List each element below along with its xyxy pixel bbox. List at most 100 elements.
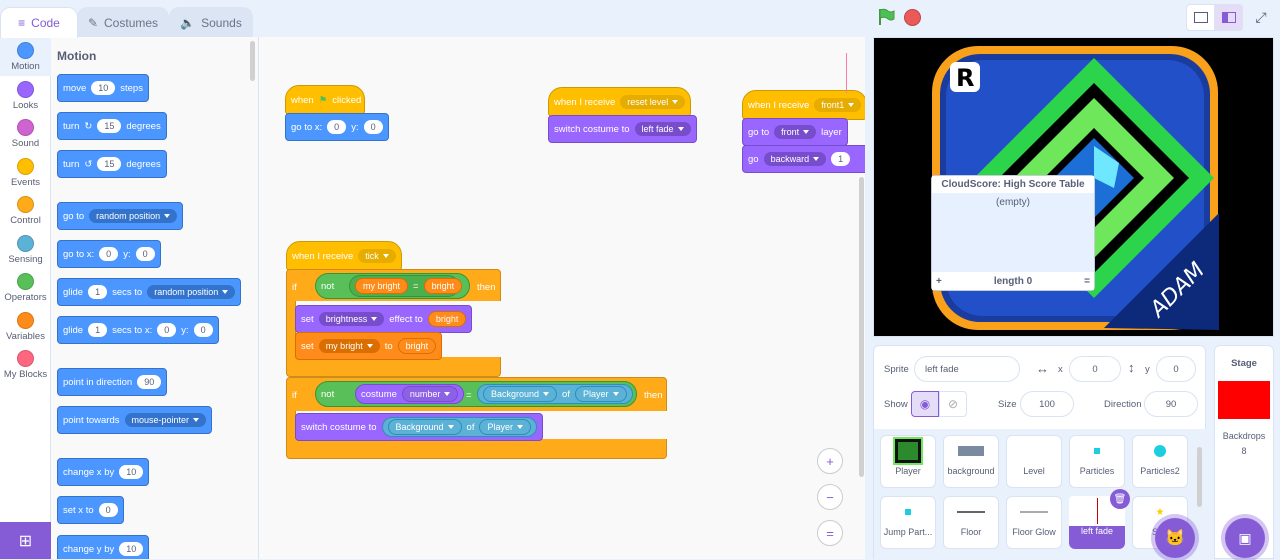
sprite-tile-floor[interactable]: Floor [943,496,999,549]
goto-block[interactable]: go to random position [57,202,184,230]
message-dropdown[interactable]: tick [358,249,396,263]
palette-scrollbar[interactable] [250,41,255,81]
extension-button[interactable]: ⊞ [0,522,51,559]
sprite-list-scrollbar[interactable] [1197,447,1202,507]
fullscreen-button[interactable]: ⤢ [1250,4,1272,31]
code-area[interactable]: when ⚑ clicked go to x: 0 y: 0 when I receive… [259,37,865,559]
switch-costume-block-2[interactable]: switch costume to Background of Player [295,413,543,441]
set-effect-block[interactable]: set brightness effect to bright [295,305,473,333]
message-dropdown[interactable]: front1 [814,98,862,112]
zoom-out-button[interactable]: − [817,484,843,510]
category-control[interactable]: Control [0,192,51,230]
list-length: length 0 [993,275,1033,287]
events-dot-icon [17,158,34,175]
category-operators[interactable]: Operators [0,269,51,307]
direction-dropdown[interactable]: backward [763,152,827,166]
category-looks[interactable]: Looks [0,77,51,115]
go-layers-block[interactable]: go backward 1 [742,145,865,173]
move-steps-block[interactable]: move 10 steps [57,74,149,102]
sprite-tile-player[interactable]: Player [880,435,936,488]
sprite-tile-particles[interactable]: Particles [1069,435,1125,488]
zoom-in-button[interactable]: + [817,448,843,474]
zoom-reset-button[interactable]: = [817,520,843,546]
show-visible-button[interactable]: ◉ [911,391,939,417]
small-stage-button[interactable] [1186,4,1215,31]
choose-sprite-button[interactable]: 🐱 [1155,518,1195,558]
green-flag-button[interactable] [877,8,895,26]
object-dropdown[interactable]: Player [574,386,627,402]
if-header[interactable]: if [287,273,302,301]
category-sound[interactable]: Sound [0,115,51,153]
delete-sprite-button[interactable]: 🗑 [1110,489,1130,509]
costume-dropdown[interactable]: left fade [634,122,691,136]
goto-layer-block[interactable]: go to front layer [742,118,848,146]
set-variable-block[interactable]: set my bright to bright [295,332,443,360]
set-x-block[interactable]: set x to 0 [57,496,124,524]
size-input[interactable]: 100 [1020,391,1074,417]
costume-number-reporter[interactable]: costume number [355,384,465,404]
point-towards-block[interactable]: point towards mouse-pointer [57,406,213,434]
category-my-blocks[interactable]: My Blocks [0,346,51,384]
property-dropdown[interactable]: Background [483,386,558,402]
costume-property-dropdown[interactable]: number [401,386,459,402]
sprite-tile-background[interactable]: background [943,435,999,488]
tab-code[interactable]: ≡ Code [0,7,78,38]
towards-dropdown[interactable]: mouse-pointer [124,413,207,427]
choose-backdrop-button[interactable]: ▣ [1225,518,1265,558]
large-stage-button[interactable] [1214,4,1243,31]
category-events[interactable]: Events [0,154,51,192]
show-hidden-button[interactable]: ⊘ [939,391,967,417]
goto-xy-block[interactable]: go to x: 0 y: 0 [285,113,389,141]
direction-input[interactable]: 90 [1144,391,1198,417]
stop-button[interactable] [904,9,921,26]
code-scrollbar[interactable] [859,177,864,477]
glide-dropdown[interactable]: random position [147,285,236,299]
list-add-button[interactable]: + [936,276,942,287]
when-receive-block[interactable]: when I receive front1 [742,90,865,120]
of-sensing-reporter[interactable]: Background of Player [477,384,633,404]
my-bright-reporter[interactable]: my bright [355,278,409,294]
list-resize-handle[interactable]: = [1084,276,1090,287]
sprite-tile-floor-glow[interactable]: Floor Glow [1006,496,1062,549]
change-y-block[interactable]: change y by 10 [57,535,150,559]
variable-dropdown[interactable]: my bright [318,339,380,353]
switch-costume-block[interactable]: switch costume to left fade [548,115,697,143]
tab-costumes[interactable]: ✎ Costumes [77,7,169,37]
category-variables[interactable]: Variables [0,308,51,346]
sound-dot-icon [17,119,34,136]
of-sensing-reporter-2[interactable]: Background of Player [381,417,537,437]
x-arrows-icon: ↔ [1036,361,1049,376]
list-monitor[interactable]: CloudScore: High Score Table (empty) + l… [931,175,1095,291]
particles2-thumb [1154,445,1166,457]
glide-xy-block[interactable]: glide 1 secs to x: 0 y: 0 [57,316,219,344]
sprite-tile-level[interactable]: Level [1006,435,1062,488]
goto-dropdown[interactable]: random position [89,209,178,223]
category-sensing[interactable]: Sensing [0,231,51,269]
y-input[interactable]: 0 [1156,356,1196,382]
turn-left-block[interactable]: turn ↺ 15 degrees [57,150,167,178]
sprite-name-input[interactable]: left fade [914,356,1020,382]
steps-input[interactable]: 10 [91,81,116,95]
bright-reporter[interactable]: bright [423,278,463,294]
glide-block[interactable]: glide 1 secs to random position [57,278,242,306]
when-receive-block[interactable]: when I receive reset level [548,87,692,117]
turn-right-block[interactable]: turn ↻ 15 degrees [57,112,167,140]
goto-xy-block[interactable]: go to x: 0 y: 0 [57,240,161,268]
category-motion[interactable]: Motion [0,38,51,76]
equals-operator[interactable]: my bright = bright [349,275,463,297]
when-receive-tick-block[interactable]: when I receive tick [286,241,402,271]
degrees-input[interactable]: 15 [97,157,122,171]
if-header-2[interactable]: if [287,381,302,409]
when-flag-clicked-block[interactable]: when ⚑ clicked [285,85,365,115]
point-direction-block[interactable]: point in direction 90 [57,368,168,396]
sprite-name: Floor [960,527,982,537]
sprite-tile-particles2[interactable]: Particles2 [1132,435,1188,488]
layer-dropdown[interactable]: front [774,125,817,139]
x-input[interactable]: 0 [1069,356,1121,382]
tab-sounds[interactable]: 🔈 Sounds [169,7,253,37]
sprite-tile-jump-particles[interactable]: Jump Part... [880,496,936,549]
message-dropdown[interactable]: reset level [620,95,686,109]
effect-dropdown[interactable]: brightness [318,312,385,326]
change-x-block[interactable]: change x by 10 [57,458,150,486]
degrees-input[interactable]: 15 [97,119,122,133]
